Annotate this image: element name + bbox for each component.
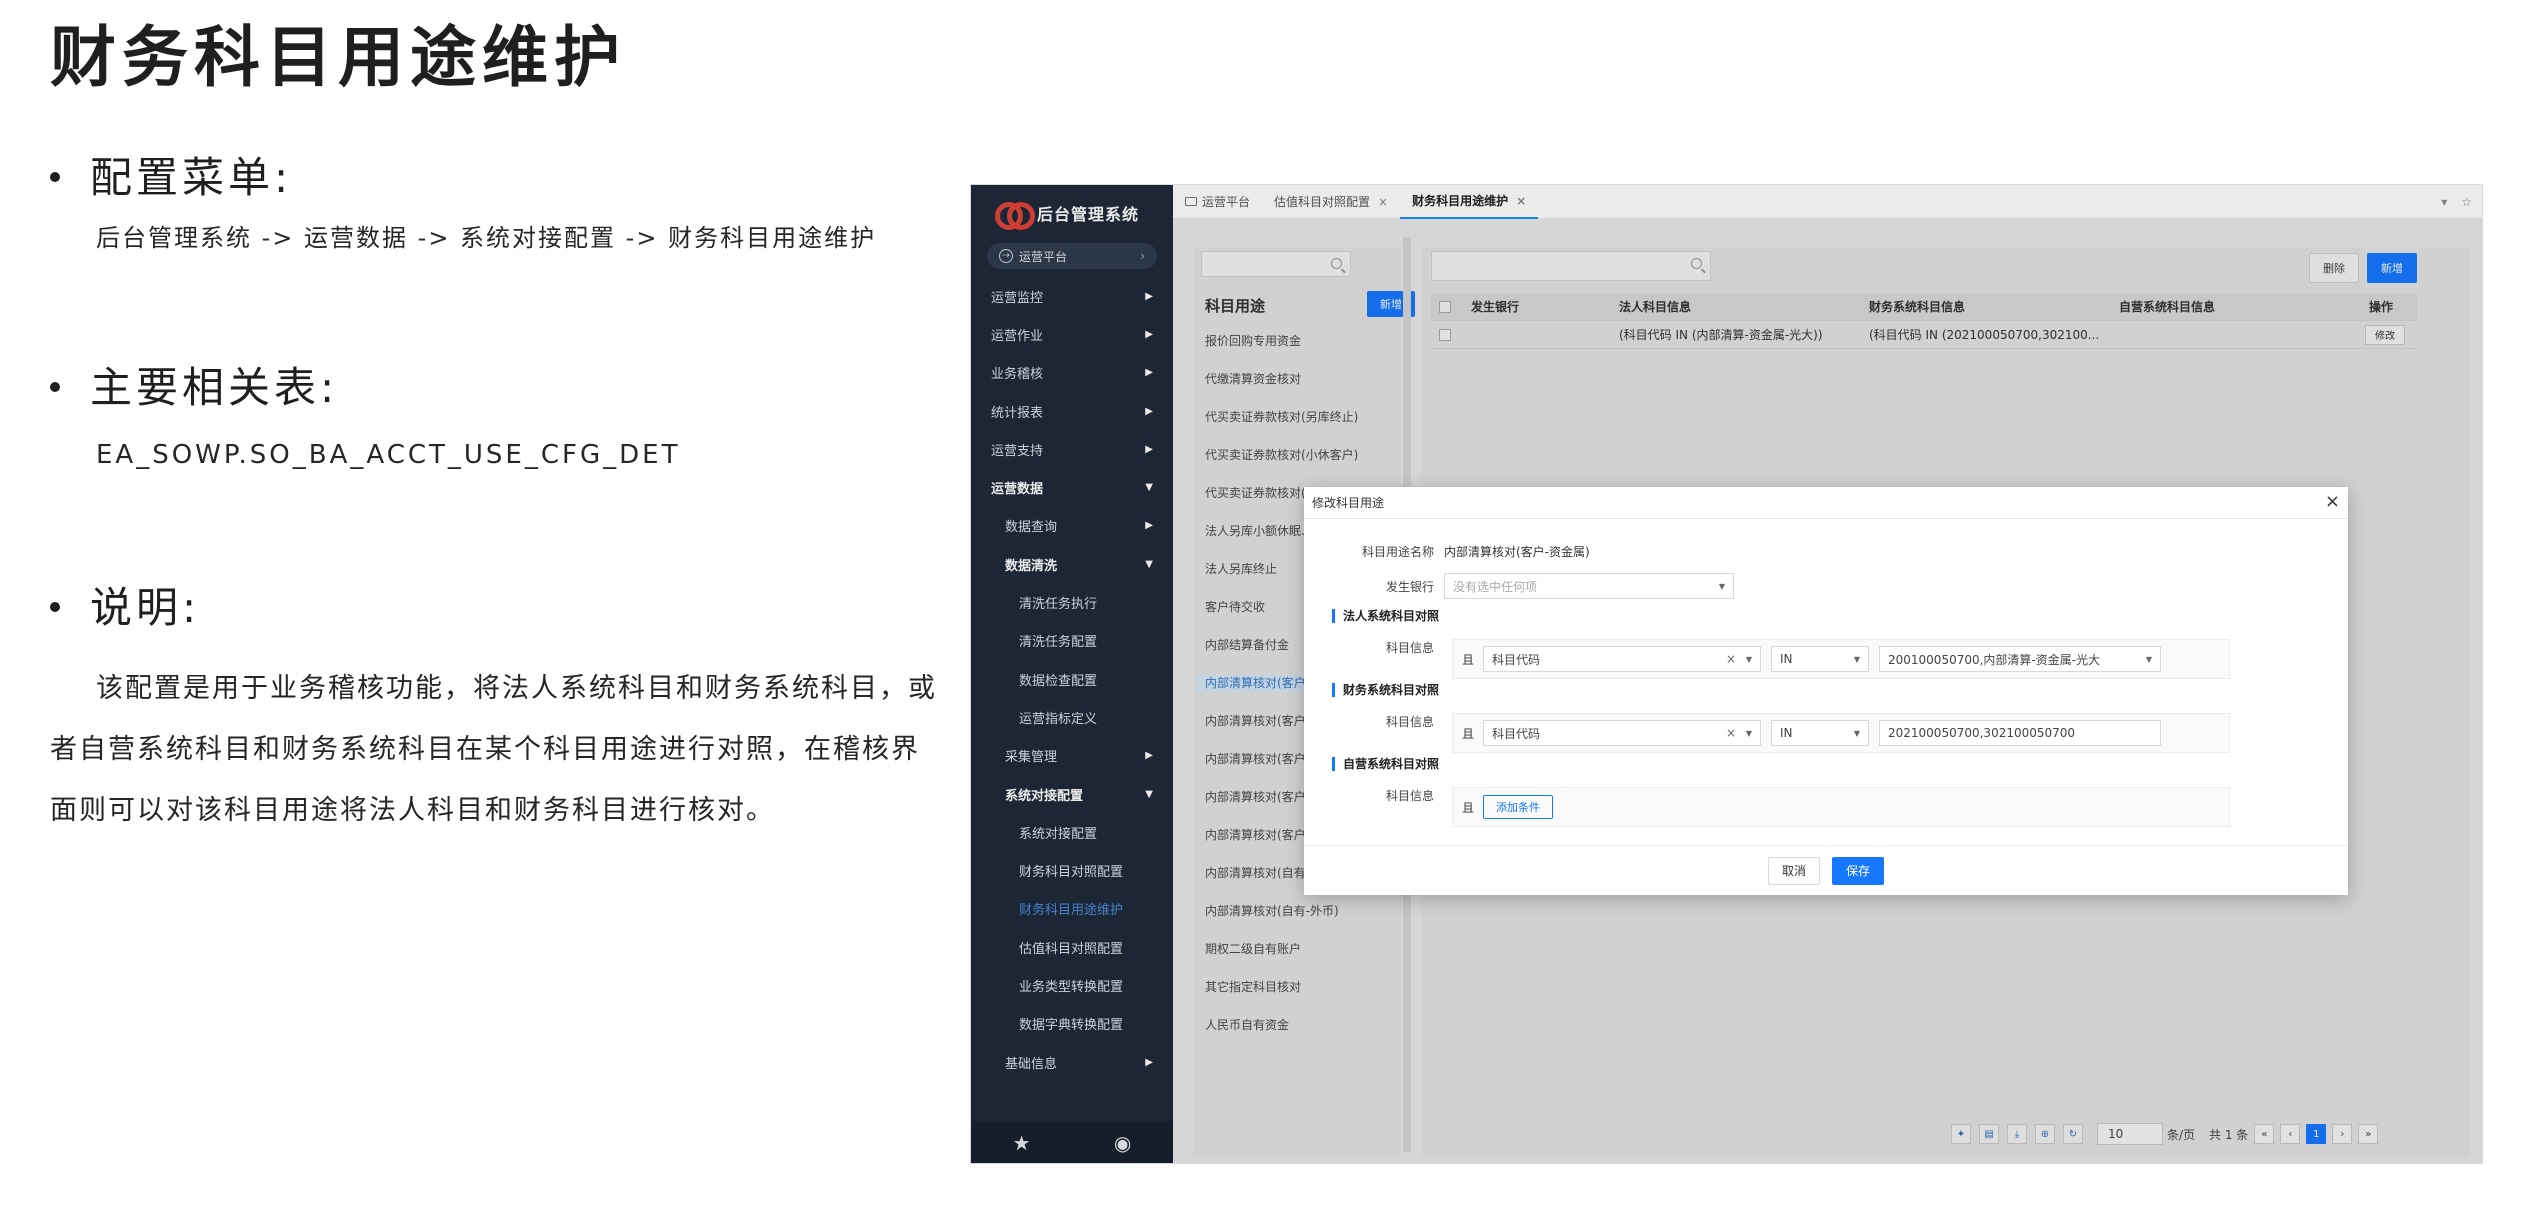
close-icon[interactable]: × bbox=[2325, 491, 2340, 512]
chevron-down-icon: ▼ bbox=[1853, 728, 1860, 738]
bank-label: 发生银行 bbox=[1385, 579, 1434, 594]
page-title: 财务科目用途维护 bbox=[50, 19, 626, 96]
name-value: 内部清算核对(客户-资金属) bbox=[1444, 545, 1590, 559]
table-section: 主要相关表: EA_SOWP.SO_BA_ACCT_USE_CFG_DET bbox=[50, 358, 680, 470]
menu-heading: 配置菜单: bbox=[90, 153, 293, 202]
self-field-row: 科目信息 bbox=[1304, 787, 1444, 804]
value-text: 200100050700,内部清算-资金属-光大 bbox=[1888, 652, 2101, 667]
finance-condition-box: 且 科目代码 × ▼ IN ▼ 202100050700,30210005070… bbox=[1452, 713, 2230, 753]
field-label: 科目信息 bbox=[1385, 789, 1434, 803]
bank-select[interactable]: 没有选中任何项 ▼ bbox=[1444, 573, 1734, 599]
bullet-icon bbox=[50, 601, 60, 612]
field-label: 科目信息 bbox=[1385, 641, 1434, 655]
chevron-down-icon: ▼ bbox=[2145, 654, 2152, 664]
and-label: 且 bbox=[1461, 652, 1474, 667]
add-condition-button[interactable]: 添加条件 bbox=[1483, 795, 1553, 819]
bullet-icon bbox=[50, 381, 60, 392]
chevron-down-icon: ▼ bbox=[1853, 654, 1860, 664]
edit-use-dialog: 修改科目用途 × 科目用途名称 内部清算核对(客户-资金属) 发生银行 没有选中… bbox=[1304, 487, 2348, 895]
finance-field-row: 科目信息 bbox=[1304, 713, 1444, 730]
bank-row: 发生银行 没有选中任何项 ▼ bbox=[1304, 573, 1734, 599]
operator-value: IN bbox=[1780, 726, 1793, 740]
value-input[interactable]: 202100050700,302100050700 bbox=[1879, 720, 2161, 746]
operator-value: IN bbox=[1780, 652, 1793, 666]
operator-select[interactable]: IN ▼ bbox=[1771, 646, 1869, 672]
legal-condition-box: 且 科目代码 × ▼ IN ▼ 200100050700,内部清算-资金属-光大… bbox=[1452, 639, 2230, 679]
value-text: 202100050700,302100050700 bbox=[1888, 726, 2076, 740]
and-label: 且 bbox=[1461, 800, 1474, 815]
section-heading: 法人系统科目对照 bbox=[1332, 609, 1439, 623]
description-text: 该配置是用于业务稽核功能，将法人系统科目和财务系统科目，或者自营系统科目和财务系… bbox=[50, 673, 937, 826]
operator-select[interactable]: IN ▼ bbox=[1771, 720, 1869, 746]
value-select[interactable]: 200100050700,内部清算-资金属-光大 ▼ bbox=[1879, 646, 2161, 672]
menu-path: 后台管理系统 -> 运营数据 -> 系统对接配置 -> 财务科目用途维护 bbox=[96, 224, 877, 252]
desc-section: 说明: bbox=[50, 578, 200, 638]
save-button[interactable]: 保存 bbox=[1832, 856, 1884, 885]
bullet-icon bbox=[50, 171, 60, 182]
dialog-title: 修改科目用途 bbox=[1304, 487, 2348, 519]
field-label: 科目信息 bbox=[1385, 715, 1434, 729]
self-condition-box: 且 添加条件 bbox=[1452, 787, 2230, 827]
field-value: 科目代码 bbox=[1492, 652, 1541, 667]
clear-icon[interactable]: × bbox=[1726, 726, 1736, 740]
clear-icon[interactable]: × bbox=[1726, 652, 1736, 666]
menu-section: 配置菜单: 后台管理系统 -> 运营数据 -> 系统对接配置 -> 财务科目用途… bbox=[50, 148, 876, 253]
field-select[interactable]: 科目代码 × ▼ bbox=[1483, 720, 1761, 746]
dialog-footer: 取消 保存 bbox=[1304, 845, 2348, 895]
section-heading: 财务系统科目对照 bbox=[1332, 683, 1439, 697]
chevron-down-icon: ▼ bbox=[1745, 728, 1752, 738]
table-heading: 主要相关表: bbox=[90, 363, 339, 412]
name-row: 科目用途名称 内部清算核对(客户-资金属) bbox=[1304, 543, 1590, 560]
table-name: EA_SOWP.SO_BA_ACCT_USE_CFG_DET bbox=[96, 440, 681, 470]
name-label: 科目用途名称 bbox=[1361, 545, 1434, 559]
legal-field-row: 科目信息 bbox=[1304, 639, 1444, 656]
desc-heading: 说明: bbox=[90, 583, 201, 632]
chevron-down-icon: ▼ bbox=[1718, 581, 1725, 591]
and-label: 且 bbox=[1461, 726, 1474, 741]
cancel-button[interactable]: 取消 bbox=[1768, 856, 1820, 885]
chevron-down-icon: ▼ bbox=[1745, 654, 1752, 664]
field-value: 科目代码 bbox=[1492, 726, 1541, 741]
field-select[interactable]: 科目代码 × ▼ bbox=[1483, 646, 1761, 672]
bank-placeholder: 没有选中任何项 bbox=[1453, 579, 1538, 594]
app-screenshot: 后台管理系统 ⇢ 运营平台 › 运营监控 ▶ 运营作业 ▶ 业务稽核 ▶ 统计报表 ▶ 运营支持… bbox=[970, 184, 2483, 1164]
section-heading: 自营系统科目对照 bbox=[1332, 757, 1439, 771]
